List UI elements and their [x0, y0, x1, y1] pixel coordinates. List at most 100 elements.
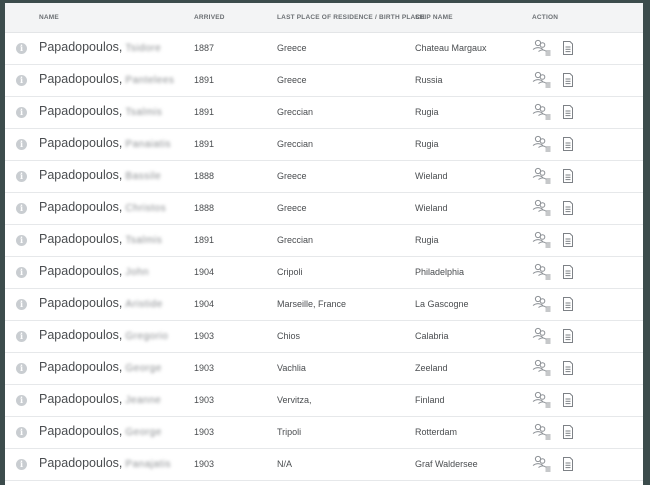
- table-body: i Papadopoulos, Tsidore 1887 Greece Chate…: [5, 33, 643, 481]
- passenger-group-icon[interactable]: [531, 71, 551, 88]
- passenger-group-icon[interactable]: [531, 231, 551, 248]
- passenger-name-link[interactable]: Papadopoulos, George: [39, 424, 162, 438]
- passenger-name-link[interactable]: Papadopoulos, Tsalmis: [39, 232, 162, 246]
- info-icon[interactable]: i: [16, 427, 27, 438]
- header-name[interactable]: NAME: [39, 14, 59, 21]
- info-icon[interactable]: i: [16, 203, 27, 214]
- info-icon[interactable]: i: [16, 171, 27, 182]
- passenger-results-table: NAME ARRIVED LAST PLACE OF RESIDENCE / B…: [5, 3, 643, 485]
- passenger-name-link[interactable]: Papadopoulos, John: [39, 264, 149, 278]
- residence-text: Tripoli: [277, 427, 302, 437]
- passenger-group-icon[interactable]: [531, 167, 551, 184]
- info-icon[interactable]: i: [16, 395, 27, 406]
- header-ship-name[interactable]: SHIP NAME: [415, 14, 453, 21]
- passenger-group-icon[interactable]: [531, 423, 551, 440]
- arrived-year: 1903: [194, 331, 215, 341]
- arrived-year: 1903: [194, 395, 215, 405]
- ship-name-text: Rotterdam: [415, 427, 458, 437]
- info-icon[interactable]: i: [16, 459, 27, 470]
- residence-text: Greece: [277, 43, 307, 53]
- info-icon[interactable]: i: [16, 363, 27, 374]
- arrived-year: 1903: [194, 363, 215, 373]
- first-name-text: John: [125, 267, 150, 278]
- residence-text: Greece: [277, 75, 307, 85]
- first-name-text: Bassile: [125, 171, 162, 182]
- ship-name-text: Finland: [415, 395, 445, 405]
- passenger-group-icon[interactable]: [531, 39, 551, 56]
- first-name-text: Jeanne: [125, 395, 162, 406]
- residence-text: Greccian: [277, 139, 314, 149]
- table-row: i Papadopoulos, Gregorio 1903 Chios Calab…: [5, 321, 643, 353]
- table-row: i Papadopoulos, Jeanne 1903 Vervitza, Fin…: [5, 385, 643, 417]
- passenger-group-icon[interactable]: [531, 359, 551, 376]
- first-name-text: George: [125, 363, 162, 374]
- document-icon[interactable]: [562, 201, 574, 215]
- header-arrived[interactable]: ARRIVED: [194, 14, 225, 21]
- passenger-group-icon[interactable]: [531, 103, 551, 120]
- document-icon[interactable]: [562, 457, 574, 471]
- surname-text: Papadopoulos,: [39, 200, 123, 214]
- residence-text: Cripoli: [277, 267, 303, 277]
- passenger-group-icon[interactable]: [531, 295, 551, 312]
- surname-text: Papadopoulos,: [39, 296, 123, 310]
- first-name-text: Tsalmis: [125, 235, 163, 246]
- surname-text: Papadopoulos,: [39, 392, 123, 406]
- info-icon[interactable]: i: [16, 299, 27, 310]
- surname-text: Papadopoulos,: [39, 424, 123, 438]
- table-row: i Papadopoulos, Tsalmis 1891 Greccian Rug…: [5, 225, 643, 257]
- passenger-name-link[interactable]: Papadopoulos, Panaiatis: [39, 136, 171, 150]
- info-icon[interactable]: i: [16, 235, 27, 246]
- passenger-name-link[interactable]: Papadopoulos, Jeanne: [39, 392, 161, 406]
- info-icon[interactable]: i: [16, 107, 27, 118]
- document-icon[interactable]: [562, 41, 574, 55]
- document-icon[interactable]: [562, 265, 574, 279]
- document-icon[interactable]: [562, 425, 574, 439]
- surname-text: Papadopoulos,: [39, 328, 123, 342]
- document-icon[interactable]: [562, 233, 574, 247]
- passenger-name-link[interactable]: Papadopoulos, Tsidore: [39, 40, 161, 54]
- passenger-group-icon[interactable]: [531, 327, 551, 344]
- info-icon[interactable]: i: [16, 331, 27, 342]
- residence-text: Chios: [277, 331, 301, 341]
- passenger-name-link[interactable]: Papadopoulos, Panajatis: [39, 456, 171, 470]
- document-icon[interactable]: [562, 169, 574, 183]
- document-icon[interactable]: [562, 393, 574, 407]
- document-icon[interactable]: [562, 361, 574, 375]
- passenger-group-icon[interactable]: [531, 391, 551, 408]
- header-residence[interactable]: LAST PLACE OF RESIDENCE / BIRTH PLACE: [277, 14, 425, 21]
- info-icon[interactable]: i: [16, 139, 27, 150]
- info-icon[interactable]: i: [16, 267, 27, 278]
- ship-name-text: Calabria: [415, 331, 449, 341]
- document-icon[interactable]: [562, 297, 574, 311]
- table-row: i Papadopoulos, George 1903 Tripoli Rotte…: [5, 417, 643, 449]
- passenger-name-link[interactable]: Papadopoulos, Tsalmis: [39, 104, 162, 118]
- passenger-group-icon[interactable]: [531, 455, 551, 472]
- passenger-name-link[interactable]: Papadopoulos, Gregorio: [39, 328, 168, 342]
- table-row: i Papadopoulos, Christos 1888 Greece Wiel…: [5, 193, 643, 225]
- document-icon[interactable]: [562, 137, 574, 151]
- first-name-text: Pantelees: [125, 75, 175, 86]
- document-icon[interactable]: [562, 329, 574, 343]
- passenger-group-icon[interactable]: [531, 135, 551, 152]
- arrived-year: 1891: [194, 235, 215, 245]
- passenger-name-link[interactable]: Papadopoulos, George: [39, 360, 162, 374]
- passenger-name-link[interactable]: Papadopoulos, Aristide: [39, 296, 163, 310]
- passenger-group-icon[interactable]: [531, 263, 551, 280]
- document-icon[interactable]: [562, 105, 574, 119]
- table-row: i Papadopoulos, Aristide 1904 Marseille, …: [5, 289, 643, 321]
- passenger-name-link[interactable]: Papadopoulos, Bassile: [39, 168, 161, 182]
- ship-name-text: Russia: [415, 75, 443, 85]
- residence-text: Vachlia: [277, 363, 306, 373]
- first-name-text: Tsalmis: [125, 107, 163, 118]
- info-icon[interactable]: i: [16, 75, 27, 86]
- table-row: i Papadopoulos, Tsidore 1887 Greece Chate…: [5, 33, 643, 65]
- passenger-name-link[interactable]: Papadopoulos, Pantelees: [39, 72, 174, 86]
- document-icon[interactable]: [562, 73, 574, 87]
- passenger-name-link[interactable]: Papadopoulos, Christos: [39, 200, 166, 214]
- surname-text: Papadopoulos,: [39, 168, 123, 182]
- passenger-group-icon[interactable]: [531, 199, 551, 216]
- ship-name-text: Wieland: [415, 203, 448, 213]
- info-icon[interactable]: i: [16, 43, 27, 54]
- arrived-year: 1891: [194, 107, 215, 117]
- ship-name-text: Philadelphia: [415, 267, 465, 277]
